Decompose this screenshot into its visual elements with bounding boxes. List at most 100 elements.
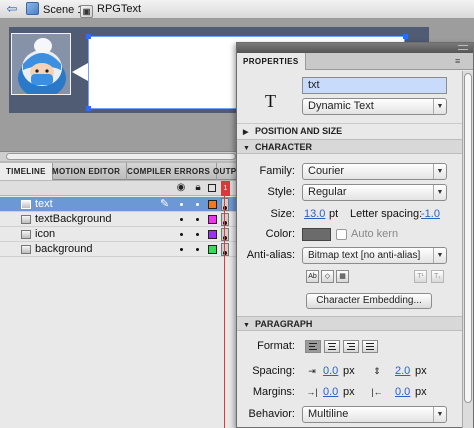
layer-name: textBackground	[35, 213, 112, 225]
pencil-icon: ✎	[160, 198, 170, 210]
layer-name: text	[35, 198, 53, 210]
tab-properties[interactable]: PROPERTIES	[237, 53, 306, 70]
font-size-value[interactable]: 13.0	[304, 207, 325, 222]
superscript-icon[interactable]: T¹	[414, 270, 427, 283]
line-spacing-value[interactable]: 2.0	[395, 364, 410, 379]
right-margin-icon: |←	[371, 387, 383, 397]
panel-tab-row: PROPERTIES ≡	[237, 53, 473, 70]
letter-spacing-value[interactable]: -1.0	[421, 207, 440, 222]
visibility-dot[interactable]	[180, 233, 183, 236]
left-margin-unit: px	[343, 386, 355, 398]
behavior-value: Multiline	[308, 408, 349, 420]
back-arrow-icon[interactable]: ⇦	[4, 2, 20, 16]
tab-motion-editor[interactable]: MOTION EDITOR	[46, 163, 128, 180]
resize-handle[interactable]	[403, 34, 408, 39]
speech-bubble-tail	[72, 63, 88, 81]
subscript-icon[interactable]: T₁	[431, 270, 444, 283]
right-margin-unit: px	[415, 386, 427, 398]
style-label: Style:	[267, 186, 295, 198]
keyframe-cell[interactable]	[221, 228, 229, 241]
playhead[interactable]	[224, 196, 225, 428]
font-style-dropdown[interactable]: Regular ▼	[302, 184, 447, 201]
align-justify-icon[interactable]	[362, 340, 378, 353]
lock-dot[interactable]	[196, 233, 199, 236]
breadcrumb-symbol[interactable]: ▣ RPGText	[80, 2, 141, 18]
character-embedding-button[interactable]: Character Embedding...	[306, 293, 432, 309]
section-title: POSITION AND SIZE	[255, 126, 343, 136]
disclosure-closed-icon: ▶	[243, 129, 249, 136]
scrollbar-thumb[interactable]	[6, 153, 236, 160]
family-label: Family:	[259, 165, 295, 177]
outline-color-swatch[interactable]	[208, 245, 217, 254]
lock-dot[interactable]	[196, 203, 199, 206]
tab-timeline[interactable]: TIMELINE	[0, 163, 53, 180]
layer-name: background	[35, 243, 93, 255]
color-label: Color:	[265, 228, 295, 240]
show-hide-all-eye-icon[interactable]: ◉	[176, 183, 186, 193]
panel-menu-icon[interactable]: ≡	[455, 56, 467, 66]
layer-icon	[21, 215, 31, 224]
size-label: Size:	[270, 208, 295, 220]
properties-panel: PROPERTIES ≡ T txt Dynamic Text ▼ ▶ POSIT…	[236, 42, 474, 428]
collapse-grip-icon[interactable]	[458, 45, 468, 50]
breadcrumb-scene[interactable]: Scene 1	[26, 2, 83, 17]
scrollbar-thumb[interactable]	[464, 73, 472, 403]
left-margin-value[interactable]: 0.0	[323, 385, 338, 400]
edit-bar: ⇦ Scene 1 ▣ RPGText	[0, 0, 474, 19]
indent-value[interactable]: 0.0	[323, 364, 338, 379]
section-position-size[interactable]: ▶ POSITION AND SIZE	[237, 123, 462, 138]
properties-scrollbar[interactable]	[462, 71, 473, 428]
visibility-dot[interactable]	[180, 203, 183, 206]
properties-content: T txt Dynamic Text ▼ ▶ POSITION AND SIZE …	[237, 71, 462, 428]
visibility-dot[interactable]	[180, 218, 183, 221]
selectable-text-icon[interactable]: Ab	[306, 270, 319, 283]
outline-all-icon[interactable]	[208, 184, 216, 192]
instance-name-field[interactable]: txt	[302, 77, 447, 94]
text-color-swatch[interactable]	[302, 228, 331, 241]
right-margin-value[interactable]: 0.0	[395, 385, 410, 400]
margins-label: Margins:	[252, 386, 295, 398]
tab-compiler-errors[interactable]: COMPILER ERRORS	[121, 163, 218, 180]
font-family-dropdown[interactable]: Courier ▼	[302, 163, 447, 180]
character-portrait-image[interactable]	[11, 33, 71, 95]
align-left-icon[interactable]	[305, 340, 321, 353]
align-center-icon[interactable]	[324, 340, 340, 353]
disclosure-open-icon: ▼	[243, 322, 250, 329]
align-right-icon[interactable]	[343, 340, 359, 353]
lock-dot[interactable]	[196, 248, 199, 251]
text-type-dropdown[interactable]: Dynamic Text ▼	[302, 98, 447, 115]
chevron-down-icon: ▼	[433, 407, 446, 422]
resize-handle[interactable]	[86, 34, 91, 39]
outline-color-swatch[interactable]	[208, 215, 217, 224]
show-border-icon[interactable]: ▦	[336, 270, 349, 283]
keyframe-cell[interactable]	[221, 213, 229, 226]
section-paragraph[interactable]: ▼ PARAGRAPH	[237, 316, 462, 331]
layer-icon	[21, 230, 31, 239]
outline-color-swatch[interactable]	[208, 230, 217, 239]
lock-dot[interactable]	[196, 218, 199, 221]
lock-all-icon[interactable]: 🔒︎	[193, 183, 203, 193]
scene-icon	[26, 2, 39, 15]
section-title: PARAGRAPH	[255, 319, 313, 329]
layer-icon	[21, 200, 31, 209]
resize-handle[interactable]	[86, 106, 91, 111]
behavior-dropdown[interactable]: Multiline ▼	[302, 406, 447, 423]
text-type-value: Dynamic Text	[308, 100, 374, 112]
size-unit: pt	[329, 208, 339, 220]
chevron-down-icon: ▼	[433, 164, 446, 179]
section-character[interactable]: ▼ CHARACTER	[237, 139, 462, 154]
visibility-dot[interactable]	[180, 248, 183, 251]
font-style-value: Regular	[308, 186, 347, 198]
anti-alias-label: Anti-alias:	[246, 249, 295, 261]
outline-color-swatch[interactable]	[208, 200, 217, 209]
keyframe-cell[interactable]	[221, 198, 229, 211]
frame-number[interactable]: 1	[221, 181, 230, 196]
auto-kern-checkbox[interactable]	[336, 229, 347, 240]
keyframe-cell[interactable]	[221, 243, 229, 256]
panel-title-bar[interactable]	[237, 43, 473, 53]
indent-unit: px	[343, 365, 355, 377]
render-html-icon[interactable]: ◇	[321, 270, 334, 283]
anti-alias-dropdown[interactable]: Bitmap text [no anti-alias] ▼	[302, 247, 447, 264]
font-family-value: Courier	[308, 165, 345, 177]
line-spacing-icon: ⇕	[373, 366, 381, 376]
